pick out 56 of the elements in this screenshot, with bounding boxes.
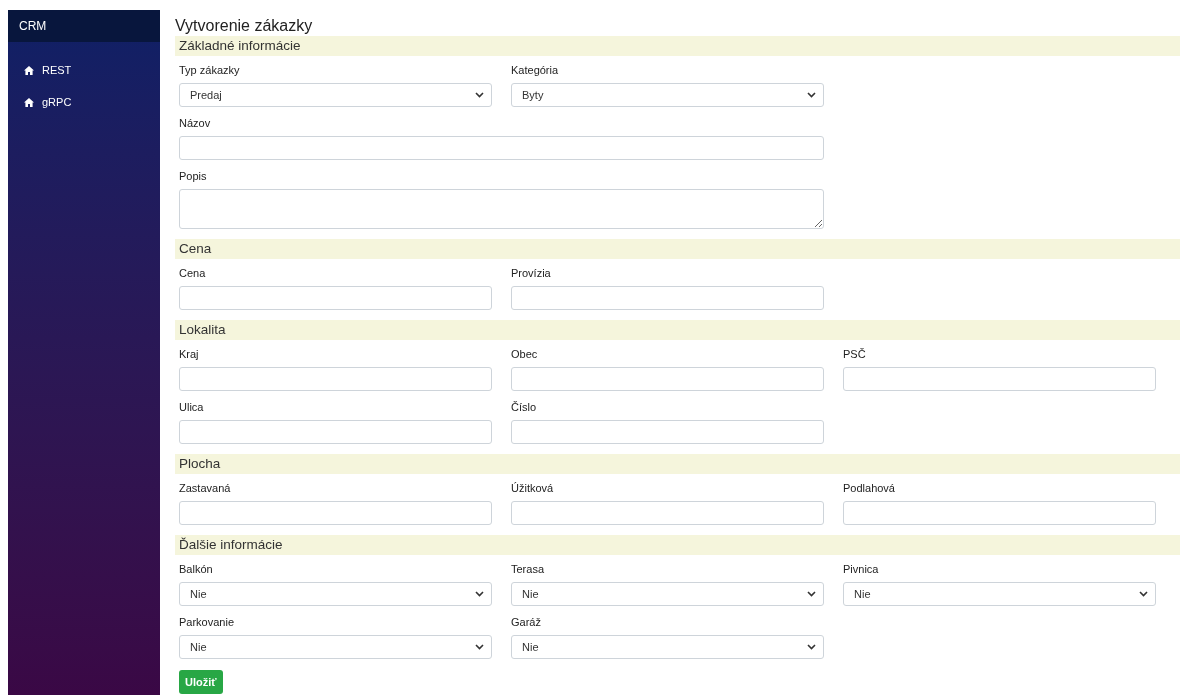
field-label: Balkón bbox=[179, 563, 214, 576]
sidebar-item[interactable]: gRPC bbox=[8, 86, 160, 118]
field-label: Číslo bbox=[511, 401, 538, 414]
chevron-down-icon bbox=[475, 591, 484, 597]
field-label: Pivnica bbox=[843, 563, 880, 576]
field-label: Ulica bbox=[179, 401, 205, 414]
field-label: Terasa bbox=[511, 563, 546, 576]
field-label: Provízia bbox=[511, 267, 552, 280]
field-label: Kraj bbox=[179, 348, 200, 361]
section-header: Plocha bbox=[175, 454, 1180, 474]
input-field[interactable] bbox=[511, 367, 824, 391]
dropdown[interactable]: Byty bbox=[511, 83, 824, 107]
input-field[interactable] bbox=[179, 367, 492, 391]
field-label: Garáž bbox=[511, 616, 542, 629]
chevron-down-icon bbox=[475, 92, 484, 98]
input-field[interactable] bbox=[179, 501, 492, 525]
section-header: Základné informácie bbox=[175, 36, 1180, 56]
chevron-down-icon bbox=[1139, 591, 1148, 597]
dropdown[interactable]: Nie bbox=[843, 582, 1156, 606]
field-label: Zastavaná bbox=[179, 482, 232, 495]
chevron-down-icon bbox=[475, 644, 484, 650]
field-label: Popis bbox=[179, 170, 208, 183]
field-label: Kategória bbox=[511, 64, 560, 77]
field-label: Typ zákazky bbox=[179, 64, 241, 77]
input-field[interactable] bbox=[511, 501, 824, 525]
input-field[interactable] bbox=[179, 286, 492, 310]
section-header: Cena bbox=[175, 239, 1180, 259]
section-header: Ďalšie informácie bbox=[175, 535, 1180, 555]
field-label: Obec bbox=[511, 348, 539, 361]
chevron-down-icon bbox=[807, 644, 816, 650]
chevron-down-icon bbox=[807, 92, 816, 98]
field-label: Úžitková bbox=[511, 482, 555, 495]
dropdown[interactable]: Nie bbox=[511, 635, 824, 659]
dropdown[interactable]: Nie bbox=[179, 582, 492, 606]
input-field[interactable] bbox=[179, 420, 492, 444]
home-icon bbox=[24, 65, 34, 75]
home-icon bbox=[24, 97, 34, 107]
brand-name: CRM bbox=[19, 18, 47, 35]
input-field[interactable] bbox=[511, 286, 824, 310]
dropdown[interactable]: Nie bbox=[511, 582, 824, 606]
field-label: Názov bbox=[179, 117, 212, 130]
input-field[interactable] bbox=[179, 136, 824, 160]
field-label: PSČ bbox=[843, 348, 867, 361]
dropdown[interactable]: Nie bbox=[179, 635, 492, 659]
dropdown[interactable]: Predaj bbox=[179, 83, 492, 107]
field-label: Parkovanie bbox=[179, 616, 236, 629]
field-label: Cena bbox=[179, 267, 207, 280]
input-field[interactable] bbox=[511, 420, 824, 444]
text-area[interactable] bbox=[179, 189, 824, 229]
section-header: Lokalita bbox=[175, 320, 1180, 340]
sidebar-item[interactable]: REST bbox=[8, 54, 160, 86]
page-title: Vytvorenie zákazky bbox=[175, 16, 314, 36]
input-field[interactable] bbox=[843, 501, 1156, 525]
chevron-down-icon bbox=[807, 591, 816, 597]
input-field[interactable] bbox=[843, 367, 1156, 391]
field-label: Podlahová bbox=[843, 482, 896, 495]
